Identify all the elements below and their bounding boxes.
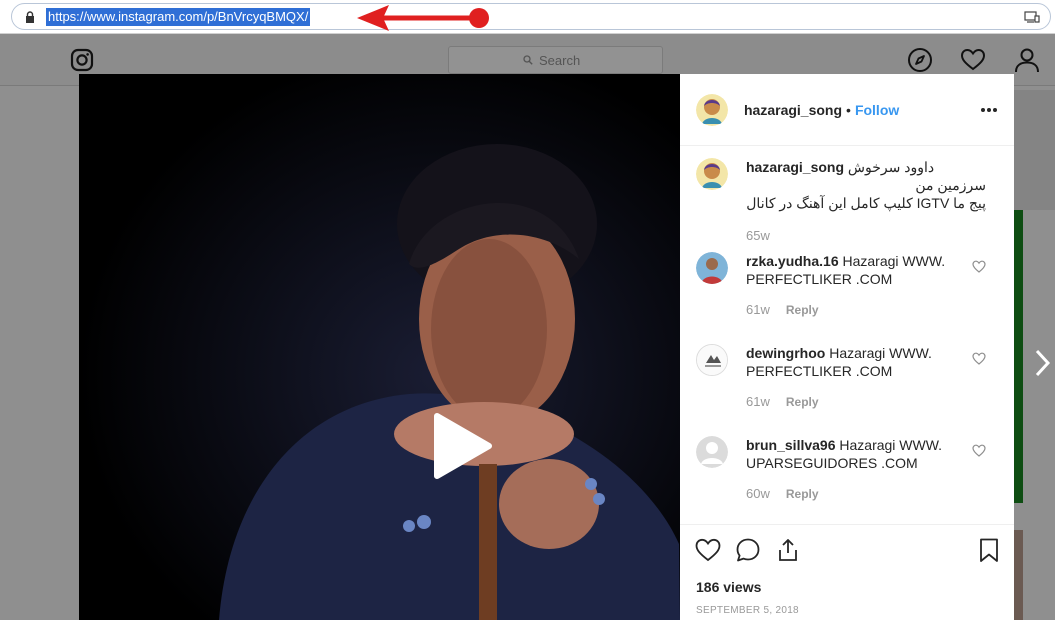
comment-age: 60w <box>746 486 770 501</box>
post-video[interactable] <box>79 74 680 620</box>
caption-username[interactable]: hazaragi_song <box>746 159 844 175</box>
default-avatar-icon <box>696 436 728 468</box>
comment-meta: 61w Reply <box>746 394 819 409</box>
comment-item: rzka.yudha.16 Hazaragi WWW. PERFECTLIKER… <box>696 252 996 322</box>
more-options-icon[interactable] <box>980 107 998 113</box>
comment-meta: 61w Reply <box>746 302 819 317</box>
like-comment-heart-icon[interactable] <box>972 444 986 457</box>
search-icon <box>523 55 533 65</box>
video-frame <box>79 74 680 620</box>
comment-text: rzka.yudha.16 Hazaragi WWW. PERFECTLIKER… <box>746 252 986 288</box>
author-username[interactable]: hazaragi_song <box>744 102 842 118</box>
like-comment-heart-icon[interactable] <box>972 352 986 365</box>
search-placeholder: Search <box>539 53 581 68</box>
share-icon[interactable] <box>775 537 801 563</box>
post-actions: 186 views SEPTEMBER 5, 2018 <box>680 524 1014 620</box>
caption-line-1: داوود سرخوش <box>847 159 935 175</box>
reply-button[interactable]: Reply <box>786 487 819 501</box>
like-comment-heart-icon[interactable] <box>972 260 986 273</box>
search-input[interactable]: Search <box>448 46 663 74</box>
comment-text: brun_sillva96 Hazaragi WWW. UPARSEGUIDOR… <box>746 436 986 472</box>
avatar-image-icon <box>697 345 727 375</box>
post-date: SEPTEMBER 5, 2018 <box>696 605 799 616</box>
comment-item: dewingrhoo Hazaragi WWW. PERFECTLIKER .C… <box>696 344 996 414</box>
avatar-image-icon <box>696 252 728 284</box>
browser-address-bar: https://www.instagram.com/p/BnVrcyqBMQX/ <box>0 0 1055 34</box>
tablet-mode-icon[interactable] <box>1024 10 1040 24</box>
comment-item: brun_sillva96 Hazaragi WWW. UPARSEGUIDOR… <box>696 436 996 506</box>
url-field[interactable]: https://www.instagram.com/p/BnVrcyqBMQX/ <box>11 3 1051 30</box>
separator-dot: • <box>846 102 851 118</box>
reply-button[interactable]: Reply <box>786 303 819 317</box>
caption-text: hazaragi_song داوود سرخوش سرزمین من پیج … <box>746 158 986 212</box>
background-thumbnail <box>1014 210 1023 503</box>
comment-age: 61w <box>746 394 770 409</box>
comment-username[interactable]: rzka.yudha.16 <box>746 253 839 269</box>
comment-age: 61w <box>746 302 770 317</box>
avatar[interactable] <box>696 344 728 376</box>
reply-button[interactable]: Reply <box>786 395 819 409</box>
post-details-panel: hazaragi_song • Follow hazaragi_song داوود… <box>680 74 1014 620</box>
heart-icon[interactable] <box>960 47 986 73</box>
bookmark-icon[interactable] <box>976 537 1002 563</box>
comment-icon[interactable] <box>735 537 761 563</box>
background-card <box>1014 90 1055 210</box>
avatar-image-icon <box>696 158 728 190</box>
chevron-right-icon[interactable] <box>1033 348 1051 378</box>
avatar[interactable] <box>696 252 728 284</box>
caption-age: 65w <box>746 228 770 243</box>
comment-username[interactable]: dewingrhoo <box>746 345 825 361</box>
follow-button[interactable]: Follow <box>855 102 899 118</box>
comment-meta: 60w Reply <box>746 486 819 501</box>
play-icon[interactable] <box>429 412 495 480</box>
background-thumbnail <box>1014 530 1023 620</box>
profile-icon[interactable] <box>1014 47 1040 73</box>
lock-icon <box>26 11 34 23</box>
comment-text: dewingrhoo Hazaragi WWW. PERFECTLIKER .C… <box>746 344 986 380</box>
avatar[interactable] <box>696 436 728 468</box>
avatar[interactable] <box>696 94 728 126</box>
red-annotation-arrow-icon <box>357 5 489 31</box>
url-text[interactable]: https://www.instagram.com/p/BnVrcyqBMQX/ <box>46 8 311 26</box>
caption-line-3: پیج ما IGTV کلیپ کامل این آهنگ در کانال <box>746 195 986 211</box>
post-author: hazaragi_song • Follow <box>744 102 899 118</box>
avatar[interactable] <box>696 158 728 190</box>
instagram-logo-icon[interactable] <box>70 48 94 72</box>
comment-username[interactable]: brun_sillva96 <box>746 437 836 453</box>
caption-line-2: سرزمین من <box>915 177 986 193</box>
avatar-image-icon <box>696 94 728 126</box>
like-heart-icon[interactable] <box>695 537 721 563</box>
caption: hazaragi_song داوود سرخوش سرزمین من پیج … <box>696 158 996 248</box>
post-header: hazaragi_song • Follow <box>680 74 1014 146</box>
view-count[interactable]: 186 views <box>696 579 761 595</box>
compass-icon[interactable] <box>907 47 933 73</box>
